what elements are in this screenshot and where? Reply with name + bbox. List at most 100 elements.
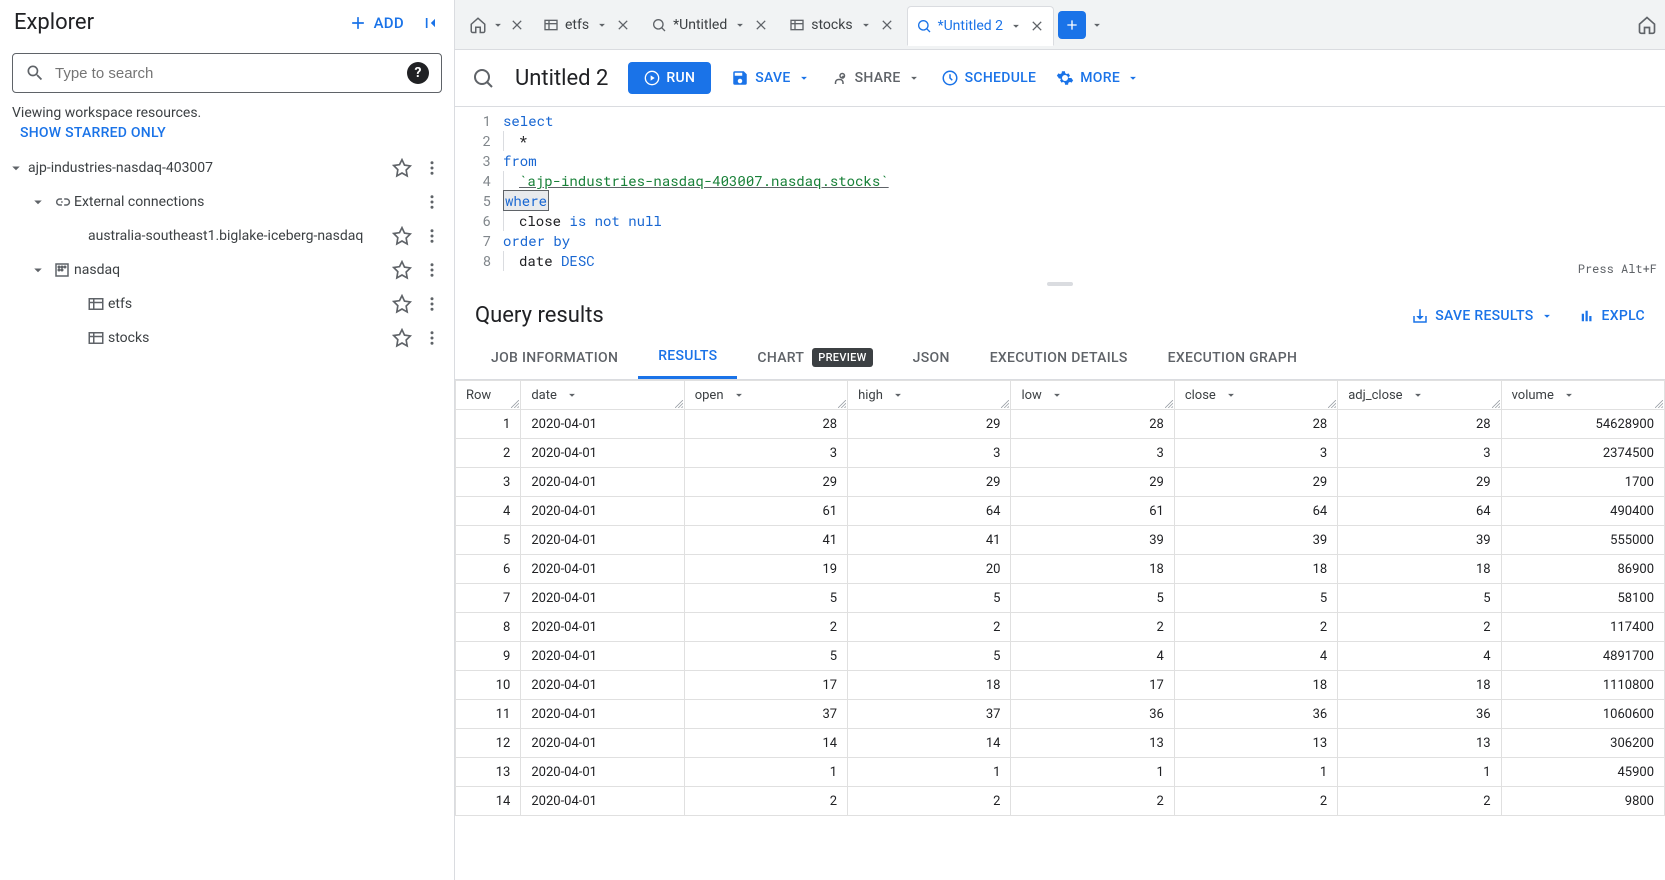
tab-stocks[interactable]: stocks: [781, 5, 902, 45]
collapse-sidebar-button[interactable]: [420, 13, 440, 33]
chevron-down-icon[interactable]: [26, 193, 50, 211]
new-tab-button[interactable]: [1058, 11, 1086, 39]
table-row[interactable]: 11 2020-04-01 37 37 36 36 36 1060600: [456, 700, 1665, 729]
tab--untitled[interactable]: *Untitled: [643, 5, 777, 45]
column-menu[interactable]: [891, 388, 905, 402]
run-button[interactable]: RUN: [628, 62, 711, 94]
column-menu[interactable]: [1224, 388, 1238, 402]
more-button[interactable]: MORE: [1056, 69, 1140, 87]
table-row[interactable]: 13 2020-04-01 1 1 1 1 1 45900: [456, 758, 1665, 787]
resize-icon[interactable]: [1492, 400, 1500, 408]
home-tab-button[interactable]: [469, 16, 487, 34]
resize-icon[interactable]: [838, 400, 846, 408]
tab-dropdown[interactable]: [595, 18, 609, 32]
column-header-adj_close[interactable]: adj_close: [1338, 381, 1501, 410]
resize-icon[interactable]: [675, 400, 683, 408]
search-help-icon[interactable]: ?: [407, 62, 429, 84]
column-menu[interactable]: [565, 388, 579, 402]
column-menu[interactable]: [732, 388, 746, 402]
star-icon[interactable]: [388, 256, 416, 284]
chevron-down-icon[interactable]: [4, 159, 28, 177]
tree-connection-row[interactable]: australia-southeast1.biglake-iceberg-nas…: [4, 219, 450, 253]
column-header-low[interactable]: low: [1011, 381, 1174, 410]
code-content[interactable]: select * from `ajp-industries-nasdaq-403…: [503, 111, 1665, 271]
table-row[interactable]: 3 2020-04-01 29 29 29 29 29 1700: [456, 468, 1665, 497]
search-input[interactable]: [55, 65, 397, 82]
column-header-close[interactable]: close: [1174, 381, 1337, 410]
explore-button[interactable]: EXPLC: [1578, 307, 1645, 325]
star-icon[interactable]: [388, 324, 416, 352]
column-menu[interactable]: [1050, 388, 1064, 402]
tree-table-etfs-row[interactable]: etfs: [4, 287, 450, 321]
column-menu[interactable]: [1411, 388, 1425, 402]
star-icon[interactable]: [388, 290, 416, 318]
results-table-wrap[interactable]: Row date open high low close adj_close v…: [455, 380, 1665, 880]
tab-close[interactable]: [879, 17, 895, 33]
column-menu[interactable]: [1562, 388, 1576, 402]
column-header-high[interactable]: high: [848, 381, 1011, 410]
column-header-volume[interactable]: volume: [1501, 381, 1664, 410]
tree-project-row[interactable]: ajp-industries-nasdaq-403007: [4, 151, 450, 185]
table-row[interactable]: 12 2020-04-01 14 14 13 13 13 306200: [456, 729, 1665, 758]
add-button[interactable]: ADD: [348, 13, 404, 33]
tab-job-info[interactable]: JOB INFORMATION: [471, 336, 638, 379]
home-right-icon[interactable]: [1637, 15, 1657, 35]
tree-dataset-row[interactable]: nasdaq: [4, 253, 450, 287]
table-row[interactable]: 1 2020-04-01 28 29 28 28 28 54628900: [456, 410, 1665, 439]
kebab-icon[interactable]: [418, 290, 446, 318]
tab-results[interactable]: RESULTS: [638, 336, 737, 379]
table-row[interactable]: 2 2020-04-01 3 3 3 3 3 2374500: [456, 439, 1665, 468]
tree-external-row[interactable]: External connections: [4, 185, 450, 219]
save-results-button[interactable]: SAVE RESULTS: [1411, 307, 1553, 325]
resize-icon[interactable]: [1165, 400, 1173, 408]
tab-etfs[interactable]: etfs: [535, 5, 639, 45]
table-row[interactable]: 5 2020-04-01 41 41 39 39 39 555000: [456, 526, 1665, 555]
tab-dropdown[interactable]: [1009, 19, 1023, 33]
star-icon[interactable]: [388, 222, 416, 250]
new-tab-dropdown[interactable]: [1090, 18, 1104, 32]
tab-execution-graph[interactable]: EXECUTION GRAPH: [1148, 336, 1318, 379]
column-header-date[interactable]: date: [521, 381, 684, 410]
table-row[interactable]: 14 2020-04-01 2 2 2 2 2 9800: [456, 787, 1665, 816]
schedule-button[interactable]: SCHEDULE: [941, 69, 1037, 87]
resize-icon[interactable]: [1328, 400, 1336, 408]
table-row[interactable]: 4 2020-04-01 61 64 61 64 64 490400: [456, 497, 1665, 526]
kebab-icon[interactable]: [418, 256, 446, 284]
home-tab-close[interactable]: [509, 17, 525, 33]
kebab-icon[interactable]: [418, 324, 446, 352]
resize-icon[interactable]: [1655, 400, 1663, 408]
results-table: Row date open high low close adj_close v…: [455, 380, 1665, 816]
star-icon[interactable]: [388, 154, 416, 182]
resize-handle[interactable]: [455, 279, 1665, 289]
tab-close[interactable]: [615, 17, 631, 33]
column-header-open[interactable]: open: [684, 381, 847, 410]
tab-close[interactable]: [753, 17, 769, 33]
share-button[interactable]: SHARE: [831, 69, 921, 87]
sql-editor[interactable]: 12345678 select * from `ajp-industries-n…: [455, 107, 1665, 279]
tab-dropdown[interactable]: [859, 18, 873, 32]
save-button[interactable]: SAVE: [731, 69, 810, 87]
search-input-wrap[interactable]: ?: [12, 53, 442, 93]
show-starred-button[interactable]: SHOW STARRED ONLY: [0, 123, 454, 151]
resize-icon[interactable]: [1001, 400, 1009, 408]
kebab-icon[interactable]: [418, 188, 446, 216]
tab--untitled-2[interactable]: *Untitled 2: [907, 6, 1054, 46]
tab-chart[interactable]: CHART PREVIEW: [737, 336, 892, 379]
tab-close[interactable]: [1029, 18, 1045, 34]
tab-dropdown[interactable]: [733, 18, 747, 32]
table-row[interactable]: 8 2020-04-01 2 2 2 2 2 117400: [456, 613, 1665, 642]
table-row[interactable]: 6 2020-04-01 19 20 18 18 18 86900: [456, 555, 1665, 584]
tab-json[interactable]: JSON: [893, 336, 970, 379]
table-row[interactable]: 7 2020-04-01 5 5 5 5 5 58100: [456, 584, 1665, 613]
table-icon: [789, 17, 805, 33]
column-header-Row[interactable]: Row: [456, 381, 521, 410]
resize-icon[interactable]: [511, 400, 519, 408]
chevron-down-icon[interactable]: [26, 261, 50, 279]
tree-table-stocks-row[interactable]: stocks: [4, 321, 450, 355]
table-row[interactable]: 9 2020-04-01 5 5 4 4 4 4891700: [456, 642, 1665, 671]
table-row[interactable]: 10 2020-04-01 17 18 17 18 18 1110800: [456, 671, 1665, 700]
home-tab-dropdown[interactable]: [491, 18, 505, 32]
kebab-icon[interactable]: [418, 154, 446, 182]
kebab-icon[interactable]: [418, 222, 446, 250]
tab-execution-details[interactable]: EXECUTION DETAILS: [970, 336, 1148, 379]
